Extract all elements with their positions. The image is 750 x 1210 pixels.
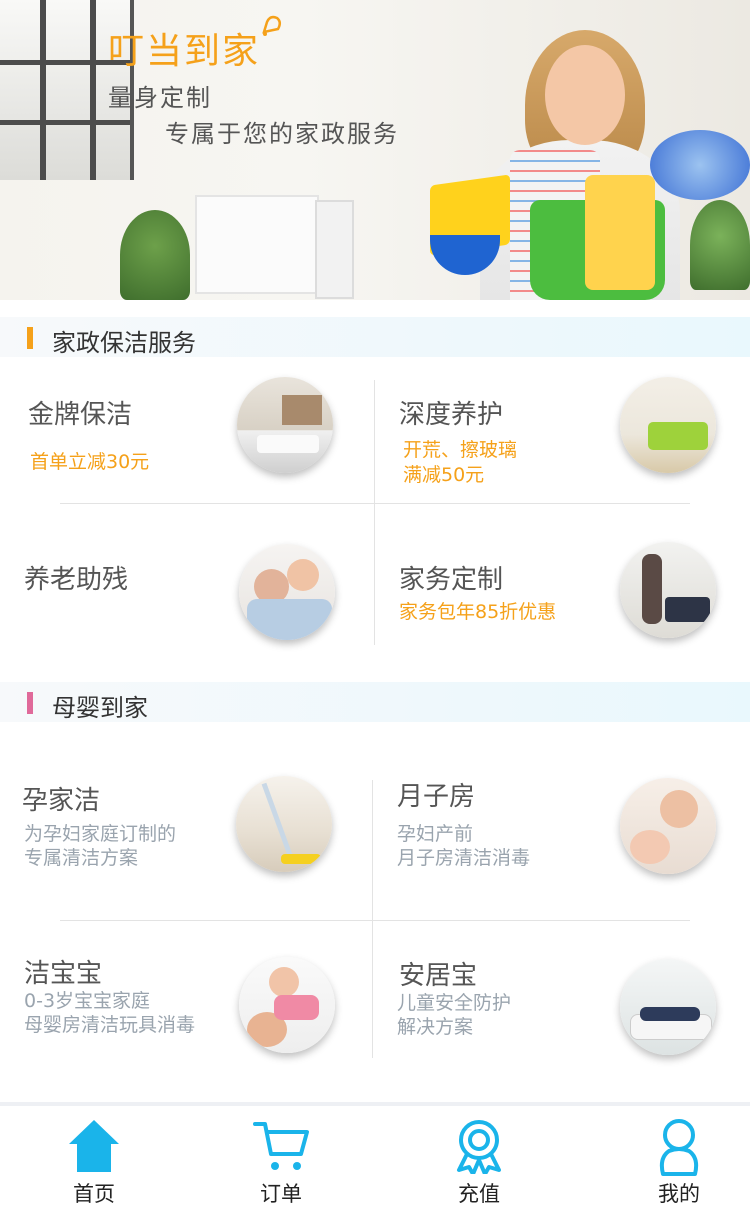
- service-desc: 专属清洁方案: [24, 847, 139, 869]
- service-desc: 为孕妇家庭订制的: [24, 823, 177, 845]
- cleaner-face: [545, 45, 625, 145]
- bottom-tab-bar: 首页 订单 充值 我的: [0, 1102, 750, 1210]
- section-title: 家政保洁服务: [52, 329, 196, 357]
- section-header-cleaning: 家政保洁服务: [0, 317, 750, 357]
- mop-photo: [236, 776, 332, 872]
- service-custom-housework[interactable]: 家务定制 家务包年85折优惠: [375, 504, 750, 654]
- plant-decoration: [690, 200, 750, 290]
- service-desc: 解决方案: [397, 1016, 474, 1038]
- service-promo: 开荒、擦玻璃: [403, 439, 518, 461]
- tab-label: 订单: [260, 1182, 302, 1206]
- living-room-photo: [237, 377, 333, 473]
- service-deep-care[interactable]: 深度养护 开荒、擦玻璃 满减50元: [375, 360, 750, 503]
- housekeeper-photo: [620, 542, 716, 638]
- tab-orders[interactable]: 订单: [187, 1106, 375, 1206]
- service-name: 月子房: [397, 782, 476, 812]
- bell-icon: [258, 12, 286, 46]
- hero-banner[interactable]: 叮当到家 量身定制 专属于您的家政服务: [0, 0, 750, 300]
- section-mark: [27, 692, 33, 714]
- tab-label: 我的: [658, 1182, 700, 1206]
- duster-decoration: [650, 130, 750, 200]
- cart-icon: [253, 1118, 309, 1178]
- tab-home[interactable]: 首页: [0, 1106, 188, 1206]
- user-icon: [657, 1118, 701, 1180]
- service-desc: 月子房清洁消毒: [397, 847, 531, 869]
- service-promo: 家务包年85折优惠: [399, 601, 557, 623]
- service-desc: 孕妇产前: [397, 823, 474, 845]
- sofa-child-photo: [620, 959, 716, 1055]
- service-pregnancy-clean[interactable]: 孕家洁 为孕妇家庭订制的 专属清洁方案: [0, 760, 372, 920]
- tab-label: 首页: [73, 1182, 115, 1206]
- service-promo: 满减50元: [403, 464, 485, 486]
- service-gold-cleaning[interactable]: 金牌保洁 首单立减30元: [0, 360, 374, 503]
- tab-mine[interactable]: 我的: [585, 1106, 750, 1206]
- plant-decoration: [120, 210, 190, 300]
- slogan-line1: 量身定制: [108, 84, 212, 112]
- brand-title: 叮当到家: [108, 31, 261, 72]
- service-name: 养老助残: [24, 565, 129, 595]
- service-home-safety[interactable]: 安居宝 儿童安全防护 解决方案: [373, 921, 750, 1081]
- shelf-decoration: [195, 195, 319, 294]
- service-confinement-room[interactable]: 月子房 孕妇产前 月子房清洁消毒: [373, 760, 750, 920]
- section-header-maternity: 母婴到家: [0, 682, 750, 722]
- slogan-line2: 专属于您的家政服务: [165, 120, 399, 148]
- service-name: 金牌保洁: [28, 400, 133, 430]
- service-desc: 母婴房清洁玩具消毒: [24, 1014, 196, 1036]
- badge-icon: [451, 1118, 507, 1178]
- service-name: 安居宝: [399, 961, 478, 991]
- service-name: 家务定制: [399, 565, 504, 595]
- service-name: 洁宝宝: [24, 959, 103, 989]
- service-promo: 首单立减30元: [30, 451, 150, 473]
- service-desc: 0-3岁宝宝家庭: [24, 990, 151, 1012]
- service-desc: 儿童安全防护: [397, 992, 512, 1014]
- mother-baby-photo: [620, 778, 716, 874]
- section-title: 母婴到家: [52, 694, 148, 722]
- service-baby-clean[interactable]: 洁宝宝 0-3岁宝宝家庭 母婴房清洁玩具消毒: [0, 921, 372, 1081]
- sponge-decoration: [585, 175, 655, 290]
- home-icon: [67, 1118, 121, 1178]
- baby-play-photo: [239, 957, 335, 1053]
- drawer-decoration: [315, 200, 354, 299]
- tab-label: 充值: [458, 1182, 500, 1206]
- tab-recharge[interactable]: 充值: [385, 1106, 573, 1206]
- elder-care-photo: [239, 544, 335, 640]
- green-sofa-photo: [620, 377, 716, 473]
- service-elder-care[interactable]: 养老助残: [0, 504, 374, 654]
- section-mark: [27, 327, 33, 349]
- service-name: 孕家洁: [22, 786, 101, 816]
- service-name: 深度养护: [399, 400, 504, 430]
